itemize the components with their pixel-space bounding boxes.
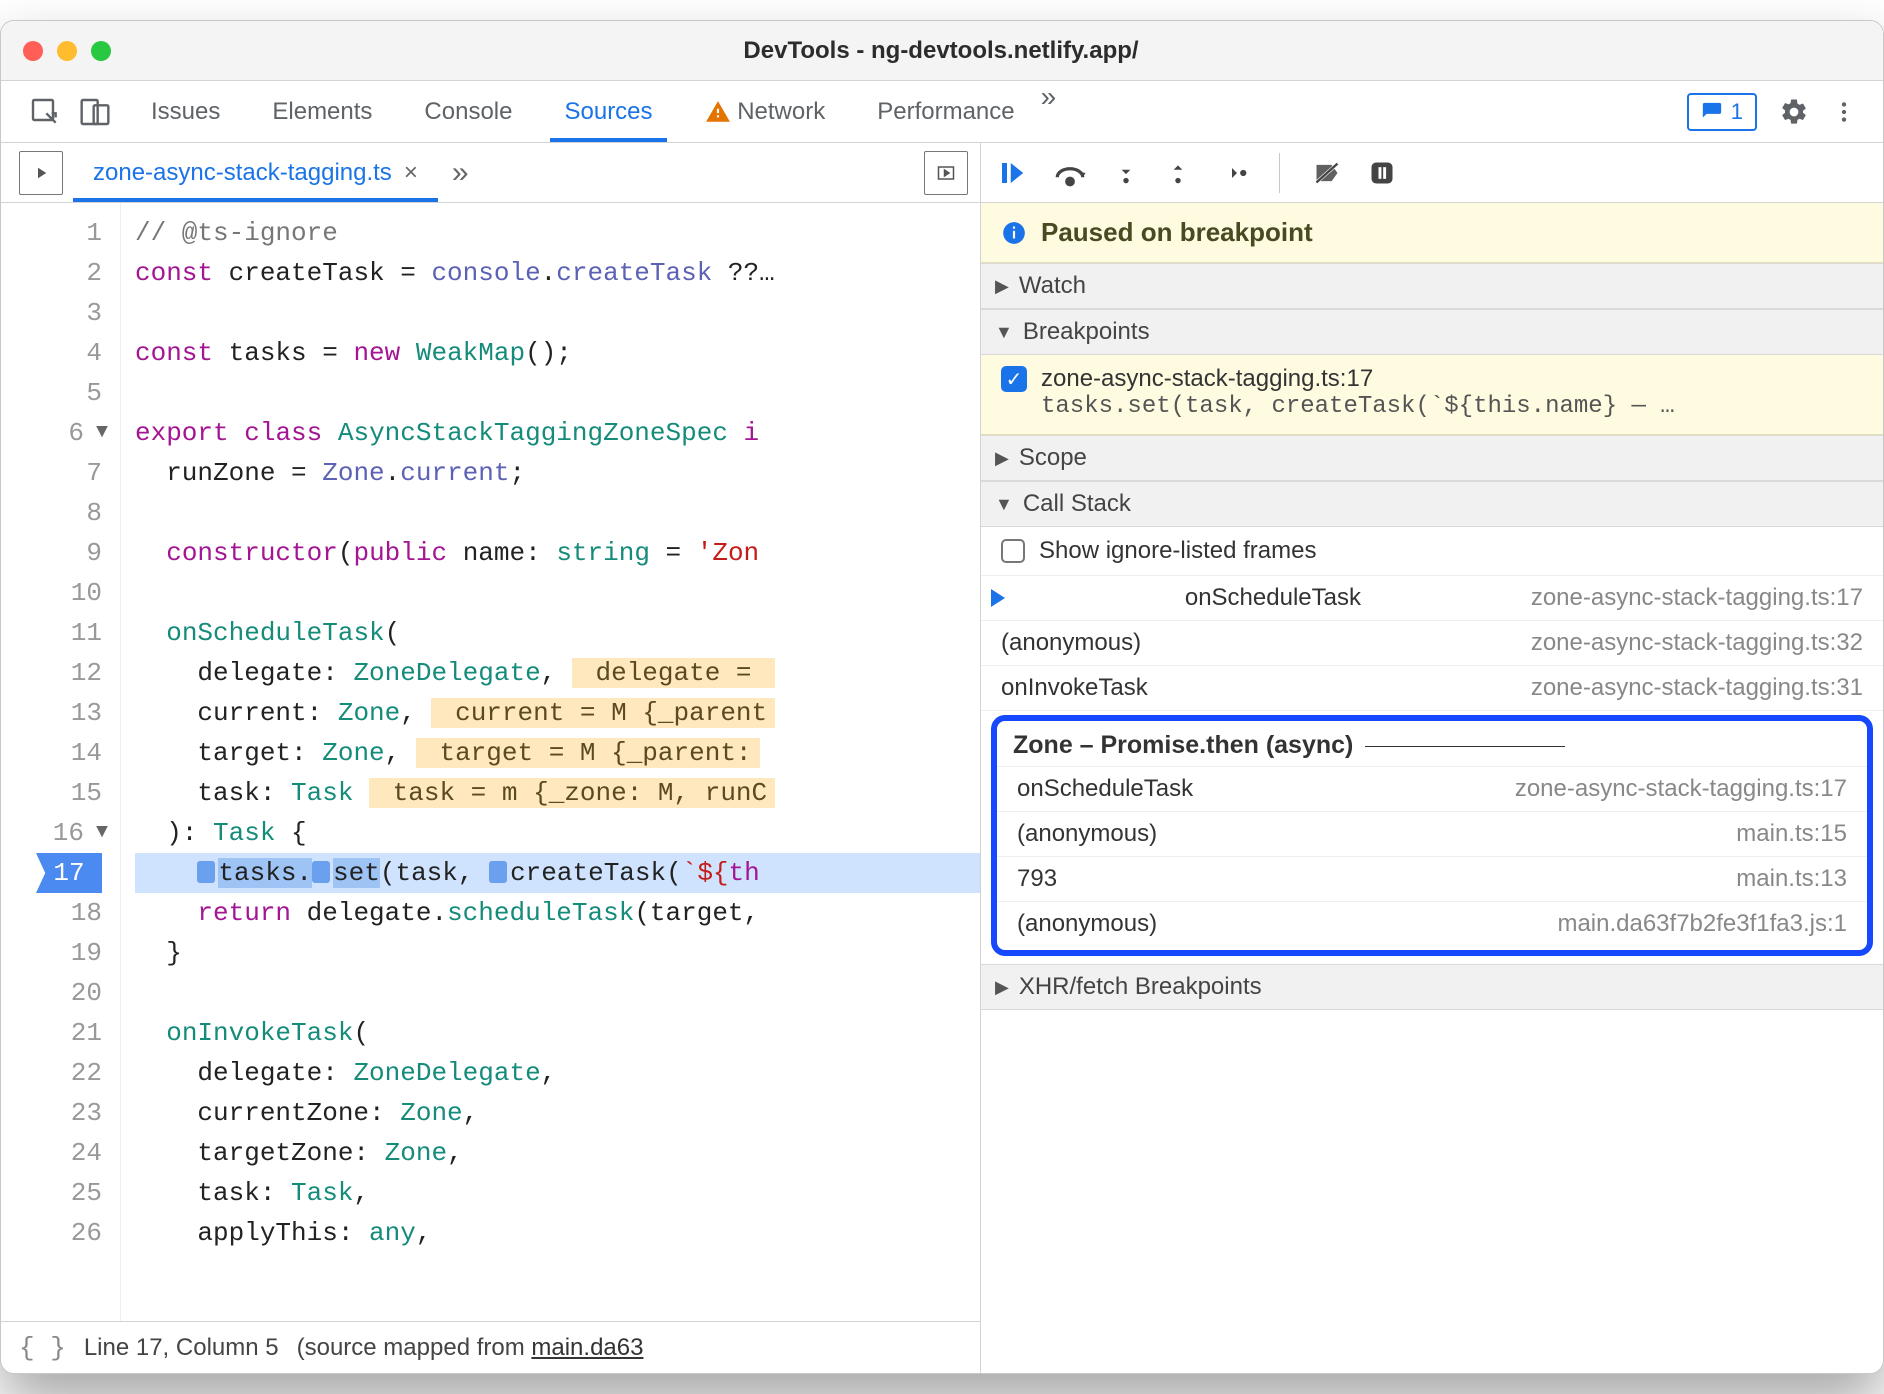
breakpoint-file: zone-async-stack-tagging.ts:17 — [1041, 365, 1373, 393]
stack-frame[interactable]: (anonymous)zone-async-stack-tagging.ts:3… — [981, 621, 1883, 666]
tabs-overflow-icon[interactable]: » — [1041, 81, 1057, 142]
debugger-sidebar: Paused on breakpoint ▶ Watch ▼ Breakpoin… — [981, 203, 1883, 1373]
gutter[interactable]: 123456 ▼78910111213141516 ▼1718192021222… — [1, 203, 121, 1321]
debugger-toggle-icon[interactable] — [924, 151, 968, 195]
chevron-right-icon: ▶ — [995, 276, 1009, 297]
breakpoint-code: tasks.set(task, createTask(`${this.name}… — [1001, 393, 1863, 420]
tab-issues[interactable]: Issues — [125, 81, 246, 142]
breakpoint-item[interactable]: ✓ zone-async-stack-tagging.ts:17 tasks.s… — [981, 355, 1883, 435]
debug-controls — [981, 143, 1883, 202]
section-breakpoints[interactable]: ▼ Breakpoints — [981, 309, 1883, 355]
pause-banner: Paused on breakpoint — [981, 203, 1883, 263]
section-watch[interactable]: ▶ Watch — [981, 263, 1883, 309]
minimize-icon[interactable] — [57, 41, 77, 61]
stack-frames: onScheduleTaskzone-async-stack-tagging.t… — [981, 576, 1883, 711]
source-map-info: (source mapped from main.da63 — [297, 1334, 644, 1362]
kebab-icon[interactable] — [1831, 99, 1857, 125]
chevron-down-icon: ▼ — [995, 494, 1013, 515]
file-tabs-overflow-icon[interactable]: » — [452, 156, 469, 190]
section-xhr[interactable]: ▶ XHR/fetch Breakpoints — [981, 964, 1883, 1010]
step-out-icon[interactable] — [1165, 158, 1191, 188]
info-icon — [1001, 220, 1027, 246]
tab-console[interactable]: Console — [398, 81, 538, 142]
async-group-title: Zone – Promise.then (async) — [997, 721, 1867, 767]
main-split: 123456 ▼78910111213141516 ▼1718192021222… — [1, 203, 1883, 1373]
chevron-right-icon: ▶ — [995, 448, 1009, 469]
editor-pane: 123456 ▼78910111213141516 ▼1718192021222… — [1, 203, 981, 1373]
step-into-icon[interactable] — [1113, 158, 1139, 188]
gear-icon[interactable] — [1779, 97, 1809, 127]
section-scope[interactable]: ▶ Scope — [981, 435, 1883, 481]
step-icon[interactable] — [1217, 160, 1247, 186]
titlebar: DevTools - ng-devtools.netlify.app/ — [1, 21, 1883, 81]
chevron-down-icon: ▼ — [995, 322, 1013, 343]
chevron-right-icon: ▶ — [995, 977, 1009, 998]
checkbox-checked-icon[interactable]: ✓ — [1001, 366, 1027, 392]
close-icon[interactable] — [23, 41, 43, 61]
main-tabs: Issues Elements Console Sources Network … — [1, 81, 1883, 143]
stack-frame[interactable]: onScheduleTaskzone-async-stack-tagging.t… — [997, 767, 1867, 812]
inspect-icon[interactable] — [29, 96, 61, 128]
stack-frame[interactable]: (anonymous)main.ts:15 — [997, 812, 1867, 857]
cursor-position: Line 17, Column 5 — [84, 1334, 279, 1362]
pretty-print-icon[interactable]: { } — [19, 1333, 66, 1363]
pause-banner-text: Paused on breakpoint — [1041, 217, 1313, 248]
maximize-icon[interactable] — [91, 41, 111, 61]
close-icon[interactable]: × — [404, 159, 418, 187]
section-watch-label: Watch — [1019, 272, 1086, 300]
deactivate-breakpoints-icon[interactable] — [1312, 159, 1342, 187]
stack-frame[interactable]: onScheduleTaskzone-async-stack-tagging.t… — [981, 576, 1883, 621]
file-tab-active[interactable]: zone-async-stack-tagging.ts × — [73, 143, 438, 202]
show-ignore-label: Show ignore-listed frames — [1039, 537, 1316, 565]
tab-sources[interactable]: Sources — [538, 81, 678, 142]
source-map-link[interactable]: main.da63 — [531, 1334, 643, 1361]
secondary-bar: zone-async-stack-tagging.ts × » — [1, 143, 1883, 203]
tab-performance[interactable]: Performance — [851, 81, 1040, 142]
file-tab-name: zone-async-stack-tagging.ts — [93, 159, 392, 187]
section-callstack-label: Call Stack — [1023, 490, 1131, 518]
issues-chip[interactable]: 1 — [1687, 93, 1757, 131]
stack-frame[interactable]: (anonymous)main.da63f7b2fe3f1fa3.js:1 — [997, 902, 1867, 946]
section-callstack[interactable]: ▼ Call Stack — [981, 481, 1883, 527]
section-breakpoints-label: Breakpoints — [1023, 318, 1150, 346]
tab-elements[interactable]: Elements — [246, 81, 398, 142]
section-xhr-label: XHR/fetch Breakpoints — [1019, 973, 1262, 1001]
step-over-icon[interactable] — [1053, 158, 1087, 188]
show-ignore-row[interactable]: Show ignore-listed frames — [981, 527, 1883, 576]
checkbox-empty-icon[interactable] — [1001, 539, 1025, 563]
status-bar: { } Line 17, Column 5 (source mapped fro… — [1, 1321, 980, 1373]
pause-exceptions-icon[interactable] — [1368, 159, 1396, 187]
separator — [1279, 153, 1280, 193]
stack-frame[interactable]: 793main.ts:13 — [997, 857, 1867, 902]
window-title: DevTools - ng-devtools.netlify.app/ — [141, 37, 1741, 65]
devtools-window: DevTools - ng-devtools.netlify.app/ Issu… — [0, 20, 1884, 1374]
file-tabs: zone-async-stack-tagging.ts × » — [1, 143, 981, 202]
stack-frame[interactable]: onInvokeTaskzone-async-stack-tagging.ts:… — [981, 666, 1883, 711]
section-scope-label: Scope — [1019, 444, 1087, 472]
traffic-lights — [23, 41, 111, 61]
navigator-toggle-icon[interactable] — [19, 151, 63, 195]
tab-network-label: Network — [737, 98, 825, 126]
warning-icon — [705, 99, 731, 125]
resume-icon[interactable] — [997, 158, 1027, 188]
tab-network[interactable]: Network — [679, 81, 852, 142]
issues-count: 1 — [1731, 99, 1743, 125]
device-icon[interactable] — [79, 96, 111, 128]
code-area[interactable]: // @ts-ignoreconst createTask = console.… — [121, 203, 980, 1321]
async-stack-group: Zone – Promise.then (async) onScheduleTa… — [991, 715, 1873, 956]
